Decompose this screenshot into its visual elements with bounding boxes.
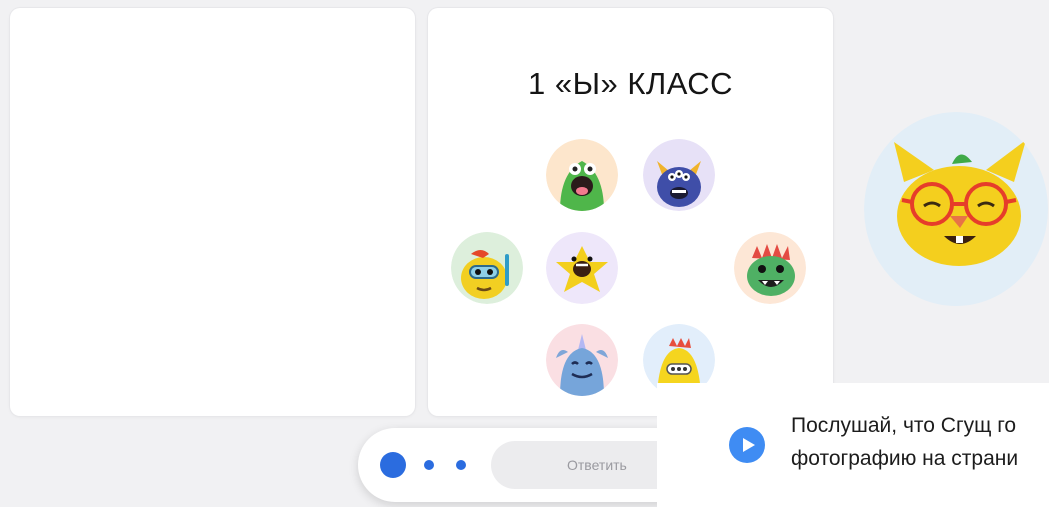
green-monster-avatar[interactable] xyxy=(546,139,618,211)
progress-dot-active xyxy=(380,452,406,478)
hint-line-1: Послушай, что Сгущ го xyxy=(791,414,1017,437)
hint-panel: Послушай, что Сгущ го фотографию на стра… xyxy=(657,383,1049,507)
play-button[interactable] xyxy=(729,427,765,463)
green-spiky-monster-avatar[interactable] xyxy=(734,232,806,304)
blue-unicorn-monster-avatar[interactable] xyxy=(546,324,618,396)
hint-text: Послушай, что Сгущ го фотографию на стра… xyxy=(791,409,1049,475)
empty-card xyxy=(10,8,415,416)
blue-horned-monster-avatar[interactable] xyxy=(643,139,715,211)
class-title: 1 «Ы» КЛАСС xyxy=(527,66,734,101)
progress-dot xyxy=(456,460,466,470)
yellow-starfish-monster-avatar[interactable] xyxy=(546,232,618,304)
progress-dot xyxy=(424,460,434,470)
yellow-diver-monster-avatar[interactable] xyxy=(451,232,523,304)
hint-line-2: фотографию на страни xyxy=(791,447,1019,470)
class-card[interactable]: 1 «Ы» КЛАСС xyxy=(428,8,833,416)
yellow-cat-with-glasses-avatar[interactable] xyxy=(864,112,1049,307)
play-icon xyxy=(743,438,755,452)
